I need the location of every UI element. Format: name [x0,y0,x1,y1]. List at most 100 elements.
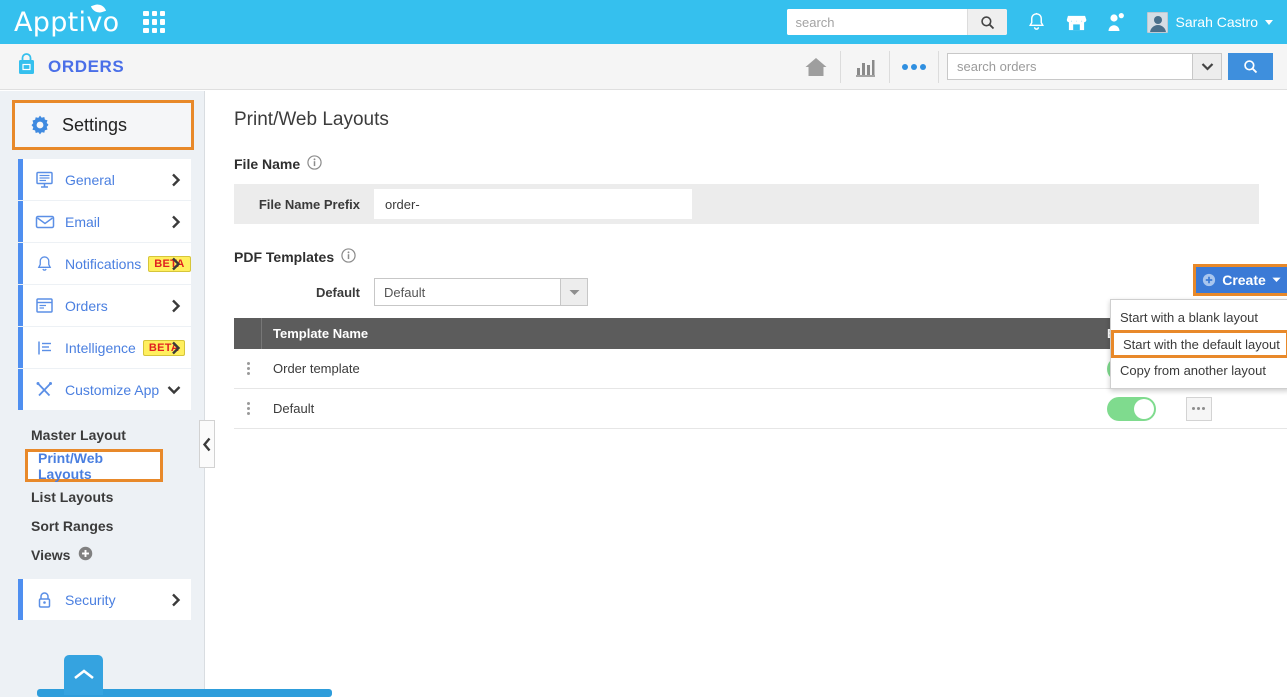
sidebar-item-orders[interactable]: Orders [18,285,191,326]
avatar[interactable] [1146,11,1168,33]
global-search-input[interactable] [786,9,967,35]
sidebar-item-label: Intelligence [65,339,136,356]
notifications-bell-icon [1028,12,1044,30]
sidebar-item-general[interactable]: General [18,159,191,200]
more-options-button[interactable] [890,44,938,90]
menu-item-label: Start with a blank layout [1120,310,1259,325]
file-name-prefix-label: File Name Prefix [258,196,360,212]
table-cell-template-name: Default [273,401,315,416]
home-button[interactable] [792,44,840,90]
info-icon[interactable] [307,155,322,173]
chevron-right-icon [171,593,181,607]
sidebar-subitem-label: Print/Web Layouts [38,449,104,482]
tools-icon [34,381,55,399]
sidebar-item-label: Customize App [65,381,160,398]
sidebar-item-security[interactable]: Security [18,579,191,620]
brand-text: Apptivo [14,6,120,38]
plus-circle-icon[interactable] [78,546,93,564]
chevron-left-icon [202,437,211,451]
chevron-right-icon [171,173,181,187]
caret-down-icon [569,289,579,295]
sidebar-item-email[interactable]: Email [18,201,191,242]
chevron-down-icon[interactable] [1265,19,1273,25]
enabled-toggle[interactable] [1107,396,1156,421]
create-dropdown-menu: Start with a blank layout Start with the… [1110,299,1287,389]
menu-item-label: Copy from another layout [1120,363,1266,378]
gear-icon [31,115,49,135]
chevron-down-icon [167,385,181,395]
sidebar-header-settings[interactable]: Settings [12,100,194,150]
sidebar-item-label: General [65,171,115,188]
person-button[interactable] [1107,12,1125,32]
global-search[interactable] [786,9,1007,35]
lock-icon [34,591,55,609]
menu-item-copy-layout[interactable]: Copy from another layout [1111,358,1287,383]
sidebar-item-notifications[interactable]: Notifications BETA [18,243,191,284]
info-icon[interactable] [341,248,356,266]
sidebar-item-label: Security [65,591,116,608]
sidebar-collapse-handle[interactable] [199,420,215,468]
scroll-to-top-button[interactable] [64,655,103,695]
default-template-select-arrow[interactable] [560,278,588,306]
page-app-title: ORDERS [48,56,125,76]
table-cell-template-name: Order template [273,361,360,376]
menu-item-label: Start with the default layout [1123,336,1280,352]
sidebar-subitem-views[interactable]: Views [31,540,204,569]
main-content: Print/Web Layouts File Name File Name Pr… [206,91,1287,697]
drag-handle-icon[interactable] [234,402,262,415]
plus-circle-icon [1203,273,1216,287]
monitor-icon [34,171,55,189]
reports-button[interactable] [841,44,889,90]
drag-handle-icon[interactable] [234,362,262,375]
sidebar-item-intelligence[interactable]: Intelligence BETA [18,327,191,368]
document-icon [34,297,55,315]
orders-search-dropdown[interactable] [1192,53,1222,80]
shopping-bag-icon [16,52,37,81]
menu-item-blank-layout[interactable]: Start with a blank layout [1111,305,1287,330]
pdf-templates-section-label: PDF Templates [234,248,1287,266]
orders-search-button[interactable] [1228,53,1273,80]
create-button-label: Create [1222,272,1266,288]
sidebar-subitem-print-web-layouts[interactable]: Print/Web Layouts [25,449,163,482]
sidebar-subitem-sort-ranges[interactable]: Sort Ranges [31,511,204,540]
create-button[interactable]: Create [1193,264,1287,296]
file-name-prefix-input[interactable]: order- [374,189,692,219]
file-name-label: File Name [234,156,301,172]
sidebar-subitem-label: List Layouts [31,488,114,505]
sidebar-nav-list: General Email Notifications BETA Orders … [0,159,204,410]
sidebar-subitem-list-layouts[interactable]: List Layouts [31,482,204,511]
app-header: ORDERS [0,44,1287,90]
table-row[interactable]: Default [234,389,1287,429]
sidebar-subitem-label: Sort Ranges [31,517,114,534]
sidebar-item-label: Notifications [65,255,142,272]
caret-down-icon [1272,277,1281,282]
chevron-right-icon [171,299,181,313]
menu-item-default-layout[interactable]: Start with the default layout [1111,330,1287,358]
sidebar-subitem-master-layout[interactable]: Master Layout [31,420,204,449]
apps-grid-icon[interactable] [143,11,166,33]
bell-icon [34,255,55,273]
sidebar-item-customize-app[interactable]: Customize App [18,369,191,410]
default-template-select[interactable]: Default [374,278,588,306]
store-button[interactable] [1066,13,1087,32]
row-more-button[interactable] [1185,396,1212,421]
global-search-button[interactable] [966,9,1007,35]
sidebar-subitem-label: Views [31,546,71,563]
chevron-right-icon [171,215,181,229]
apptivo-logo[interactable]: Apptivo [14,1,120,38]
notifications-button[interactable] [1027,12,1046,32]
orders-search[interactable] [947,53,1273,80]
chevron-right-icon [171,257,181,271]
global-top-bar: Apptivo search Sarah Castro [0,0,1287,44]
settings-label: Settings [62,114,128,135]
sidebar-item-label: Email [65,213,101,230]
beta-badge: BETA [148,255,191,272]
orders-search-input[interactable] [947,53,1192,80]
search-icon [1244,60,1258,74]
sidebar-sub-list: Master Layout Print/Web Layouts List Lay… [0,420,204,569]
table-header-template-name: Template Name [273,326,369,341]
chevron-up-icon [73,669,94,680]
table-header-handle-cell [234,318,262,349]
ellipsis-icon [1192,407,1206,410]
search-icon [980,15,994,29]
